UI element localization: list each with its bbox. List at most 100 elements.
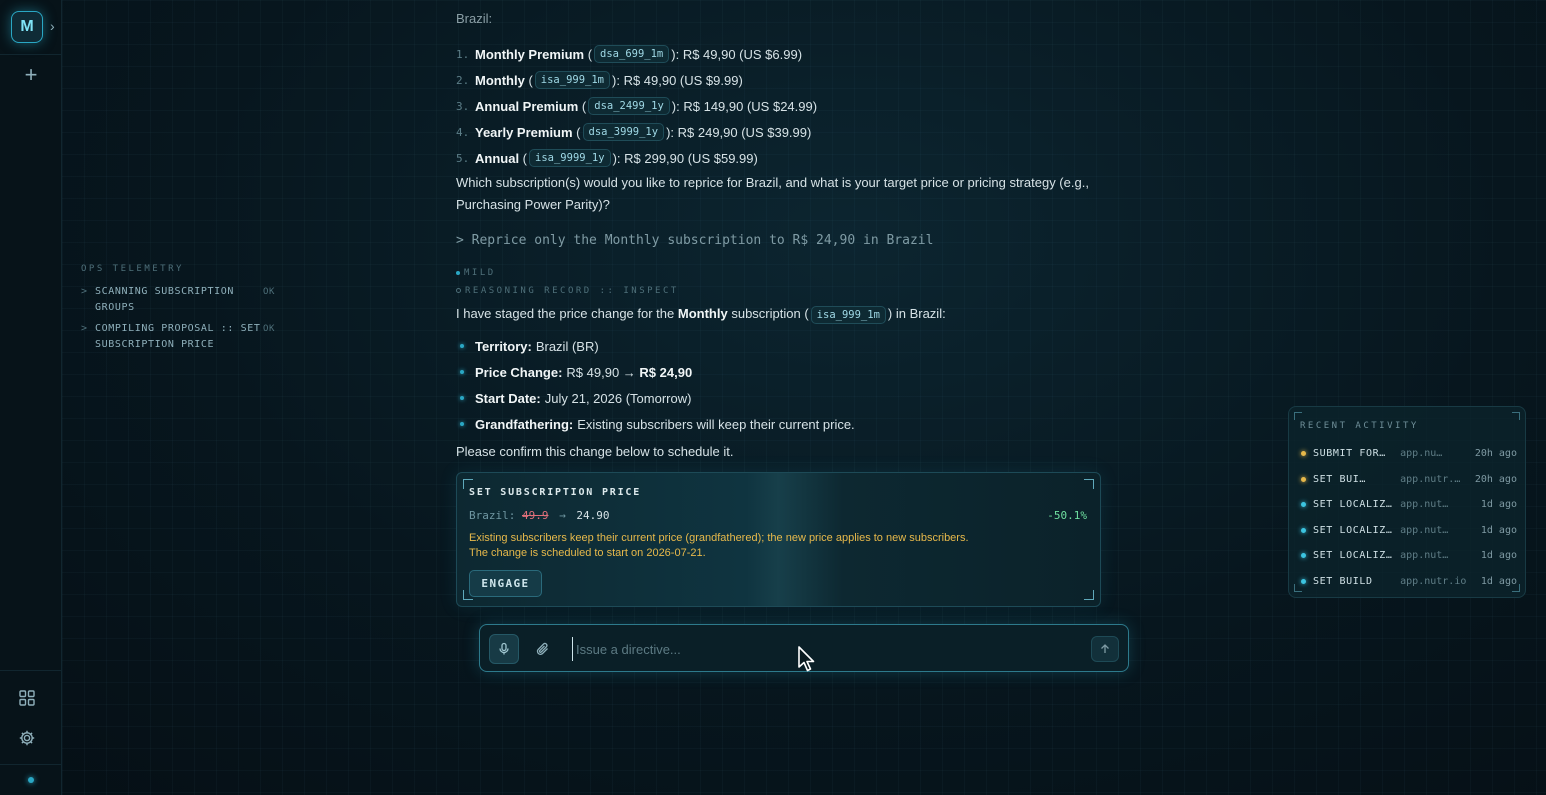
activity-status-dot [1301, 451, 1306, 457]
detail-strong: R$ 24,90 [639, 364, 693, 380]
proposal-card: SET SUBSCRIPTION PRICE Brazil: 49.9 → 24… [456, 472, 1101, 607]
engage-button[interactable]: ENGAGE [469, 570, 542, 597]
telemetry-marker: > [81, 323, 88, 334]
left-rail: M › + [0, 0, 62, 795]
region-label: Brazil: [456, 11, 493, 26]
rail-divider [0, 764, 62, 765]
activity-name: SET BUILD [1313, 575, 1373, 587]
plan-list: 1. Monthly Premium (dsa_699_1m): R$ 49,9… [456, 41, 817, 171]
activity-list: SUBMIT FOR… app.nu… 20h ago SET BUI… app.nu… [1301, 441, 1517, 594]
activity-time: 1d ago [1480, 524, 1517, 536]
logo-letter: M [20, 18, 34, 35]
activity-name: SET BUI… [1313, 473, 1366, 485]
activity-app: app.nut… [1400, 524, 1449, 536]
detail-label: Territory: [475, 338, 532, 354]
tag-mild: MILD [456, 268, 496, 278]
staged-middle: subscription [731, 306, 801, 321]
activity-item[interactable]: SET BUILD app.nutr.io 1d ago [1301, 569, 1517, 595]
corner-bracket [1512, 412, 1520, 420]
activity-name: SET LOCALIZ… [1313, 499, 1393, 511]
activity-item[interactable]: SUBMIT FOR… app.nu… 20h ago [1301, 441, 1517, 467]
bullet-icon [456, 418, 468, 430]
list-item: Start Date: July 21, 2026 (Tomorrow) [456, 385, 855, 411]
rail-divider [0, 670, 62, 671]
bullet-icon [456, 366, 468, 378]
detail-value: July 21, 2026 (Tomorrow) [544, 390, 692, 406]
activity-app: app.nut… [1400, 550, 1449, 562]
activity-item[interactable]: SET LOCALIZ… app.nut… 1d ago [1301, 492, 1517, 518]
activity-app: app.nutr.io [1400, 575, 1467, 587]
staged-prefix: I have staged the price change for the [456, 306, 675, 321]
send-button[interactable] [1091, 636, 1119, 662]
plan-code: isa_999_1m [534, 71, 610, 89]
detail-label: Start Date: [475, 390, 541, 406]
recent-activity-panel: RECENT ACTIVITY SUBMIT FOR… app.nu… 20h ag… [1288, 406, 1526, 598]
detail-label: Grandfathering: [475, 416, 574, 432]
app-logo[interactable]: M [11, 11, 43, 43]
activity-status-dot [1301, 502, 1306, 508]
new-price: 24.90 [576, 509, 610, 522]
status-dot [28, 777, 34, 783]
rail-divider [0, 54, 62, 55]
old-price: 49.9 [521, 509, 549, 522]
assistant-question: Which subscription(s) would you like to … [456, 175, 1089, 212]
tag-ring [456, 288, 461, 293]
telemetry-status: OK [263, 324, 276, 334]
plan-price: R$ 249,90 (US $39.99) [677, 124, 812, 140]
plan-code: dsa_2499_1y [588, 97, 670, 115]
list-item: 5. Annual (isa_9999_1y): R$ 299,90 (US $… [456, 149, 758, 167]
plan-price: R$ 49,90 (US $6.99) [682, 46, 803, 62]
reasoning-record-link[interactable]: REASONING RECORD :: INSPECT [456, 286, 679, 296]
plan-price: R$ 299,90 (US $59.99) [624, 150, 758, 166]
telemetry-marker: > [81, 286, 88, 297]
bullet-icon [456, 392, 468, 404]
plan-price: R$ 149,90 (US $24.99) [683, 98, 818, 114]
plan-code: isa_9999_1y [529, 149, 611, 167]
corner-bracket [1294, 412, 1302, 420]
tag-dot [456, 270, 460, 275]
staged-suffix: in Brazil: [895, 306, 946, 321]
directive-input[interactable] [572, 637, 1072, 661]
plan-name: Annual [475, 150, 520, 166]
activity-name: SET LOCALIZ… [1313, 524, 1393, 536]
gear-icon[interactable] [18, 729, 36, 747]
activity-name: SET LOCALIZ… [1313, 550, 1393, 562]
detail-value: R$ 49,90 → [566, 364, 636, 380]
activity-item[interactable]: SET BUI… app.nutr.… 20h ago [1301, 467, 1517, 493]
activity-status-dot [1301, 578, 1306, 584]
activity-item[interactable]: SET LOCALIZ… app.nut… 1d ago [1301, 543, 1517, 569]
grid-icon[interactable] [18, 689, 36, 707]
price-change-row: Brazil: 49.9 → 24.90 -50.1% [469, 509, 1089, 522]
mic-button[interactable] [489, 634, 519, 664]
plan-name: Monthly Premium [475, 46, 585, 62]
list-item: 4. Yearly Premium (dsa_3999_1y): R$ 249,… [456, 123, 812, 141]
telemetry-text: COMPILING PROPOSAL :: SET SUBSCRIPTION P… [95, 323, 261, 350]
telemetry-text: SCANNING SUBSCRIPTION GROUPS [95, 286, 235, 313]
activity-app: app.nu… [1400, 448, 1443, 460]
activity-app: app.nut… [1400, 499, 1449, 511]
activity-time: 1d ago [1480, 550, 1517, 562]
activity-item[interactable]: SET LOCALIZ… app.nut… 1d ago [1301, 518, 1517, 544]
plus-icon[interactable]: + [20, 64, 42, 86]
confirm-message: Please confirm this change below to sche… [456, 444, 734, 459]
reasoning-record-label: REASONING RECORD :: INSPECT [465, 286, 679, 296]
telemetry-status: OK [263, 287, 276, 297]
tag-mild-label: MILD [464, 268, 496, 278]
list-item: 3. Annual Premium (dsa_2499_1y): R$ 149,… [456, 97, 818, 115]
plan-name: Annual Premium [475, 98, 579, 114]
arrow-icon: → [559, 509, 566, 522]
list-number: 5. [456, 151, 470, 165]
staged-plan: Monthly [677, 306, 728, 321]
list-item: Price Change: R$ 49,90 → R$ 24,90 [456, 359, 855, 385]
proposal-title: SET SUBSCRIPTION PRICE [469, 487, 642, 498]
activity-status-dot [1301, 476, 1306, 482]
mic-icon [499, 642, 509, 655]
telemetry-title: OPS TELEMETRY [81, 264, 184, 274]
mouse-cursor-icon [798, 646, 815, 672]
list-item: 1. Monthly Premium (dsa_699_1m): R$ 49,9… [456, 45, 803, 63]
ops-telemetry: OPS TELEMETRY > SCANNING SUBSCRIPTION GR… [81, 264, 291, 358]
chevron-right-icon[interactable]: › [50, 18, 55, 34]
user-command: > Reprice only the Monthly subscription … [456, 233, 934, 248]
paperclip-icon[interactable] [534, 640, 552, 658]
territory-label: Brazil: [469, 509, 516, 522]
